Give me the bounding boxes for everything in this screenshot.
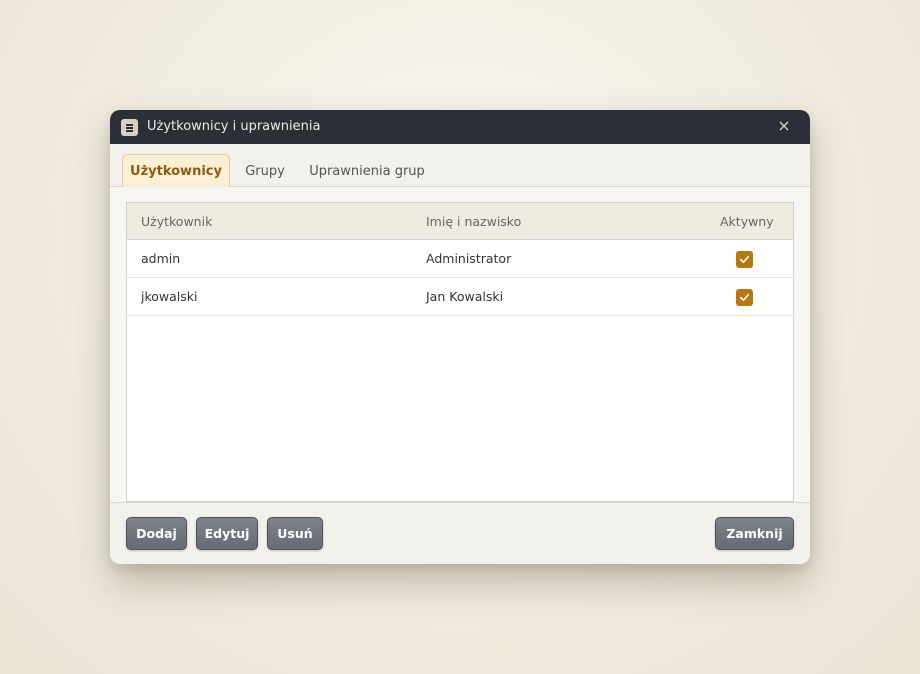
tab-groups[interactable]: Grupy (235, 154, 295, 188)
dialog-footer: Dodaj Edytuj Usuń Zamknij (110, 502, 810, 564)
table-row[interactable]: jkowalski Jan Kowalski (127, 278, 793, 316)
window-title: Użytkownicy i uprawnienia (147, 119, 321, 134)
column-header-active[interactable]: Aktywny (720, 203, 774, 240)
checkmark-icon (739, 293, 750, 302)
active-checkbox[interactable] (736, 251, 753, 268)
delete-button[interactable]: Usuń (267, 517, 323, 550)
tab-group-permissions[interactable]: Uprawnienia grup (306, 154, 428, 188)
menu-icon[interactable] (121, 119, 138, 136)
add-button[interactable]: Dodaj (126, 517, 187, 550)
tab-content: Użytkownik Imię i nazwisko Aktywny admin… (110, 187, 810, 502)
tab-users[interactable]: Użytkownicy (122, 154, 230, 188)
table-row[interactable]: admin Administrator (127, 240, 793, 278)
edit-button[interactable]: Edytuj (196, 517, 258, 550)
cell-full-name: Administrator (426, 251, 512, 266)
close-icon[interactable]: × (776, 118, 792, 134)
users-table: Użytkownik Imię i nazwisko Aktywny admin… (126, 202, 794, 502)
column-header-full-name[interactable]: Imię i nazwisko (426, 203, 521, 240)
cell-username: admin (141, 251, 181, 266)
table-header: Użytkownik Imię i nazwisko Aktywny (127, 203, 793, 240)
column-header-username[interactable]: Użytkownik (141, 203, 212, 240)
cell-full-name: Jan Kowalski (426, 289, 504, 304)
tab-strip: Użytkownicy Grupy Uprawnienia grup (110, 144, 810, 188)
close-button[interactable]: Zamknij (715, 517, 794, 550)
cell-username: jkowalski (141, 289, 198, 304)
active-checkbox[interactable] (736, 289, 753, 306)
checkmark-icon (739, 255, 750, 264)
users-permissions-dialog: Użytkownicy i uprawnienia × Użytkownicy … (110, 110, 810, 564)
title-bar[interactable]: Użytkownicy i uprawnienia × (110, 110, 810, 144)
